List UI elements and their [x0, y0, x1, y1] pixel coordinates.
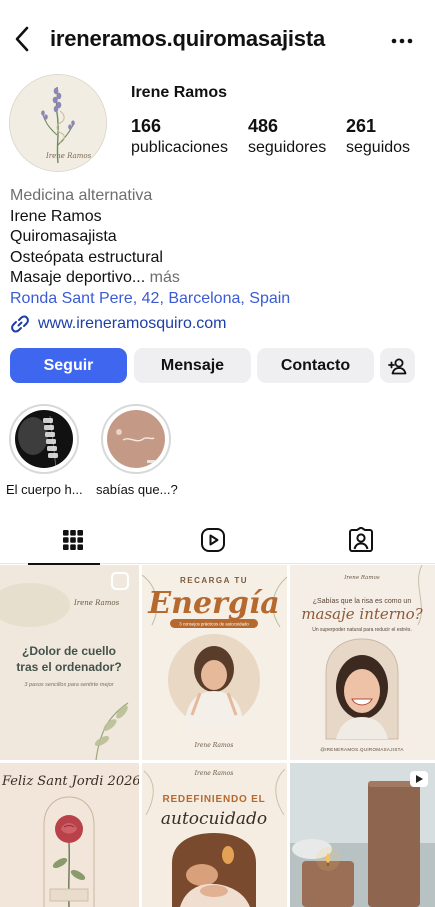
follow-button[interactable]: Seguir [10, 348, 127, 383]
top-bar: ireneramos.quiromasajista [0, 20, 435, 60]
post-3-subtitle: Un superpoder natural para reducir el es… [312, 627, 412, 633]
profile-avatar[interactable]: Irene Ramos [9, 74, 107, 172]
post-thumbnail[interactable]: Irene Ramos REDEFINIENDO EL autocuidado [142, 763, 287, 907]
post-2-title: Energía [147, 586, 279, 621]
post-5-brand: Irene Ramos [194, 770, 234, 777]
stat-following[interactable]: 261 seguidos [346, 116, 410, 157]
bio-more-link[interactable]: más [150, 269, 180, 286]
bio: Medicina alternativa Irene Ramos Quiroma… [10, 186, 425, 309]
stat-followers-label: seguidores [248, 139, 327, 156]
post-3-handle: @IRENERAMOS.QUIROMASAJISTA [320, 747, 403, 752]
highlight-cover [15, 410, 73, 468]
post-1-headline-2: tras el ordenador? [16, 660, 121, 674]
profile-username: ireneramos.quiromasajista [50, 26, 326, 51]
display-name: Irene Ramos [131, 84, 228, 101]
bio-location[interactable]: Ronda Sant Pere, 42, Barcelona, Spain [10, 289, 425, 310]
highlight-ring [101, 404, 171, 474]
profile-tabs [0, 516, 435, 565]
highlight-item[interactable]: sabías que...? [96, 404, 178, 497]
message-button[interactable]: Mensaje [134, 348, 251, 383]
tab-posts-grid[interactable] [0, 516, 145, 565]
bio-line-truncated: Masaje deportivo... [10, 269, 146, 286]
back-arrow-icon[interactable] [10, 24, 36, 54]
post-6-artwork [290, 763, 435, 907]
bio-line: Osteópata estructural [10, 248, 163, 266]
tab-reels[interactable] [140, 516, 285, 564]
post-2-footer: Irene Ramos [194, 742, 234, 749]
highlight-label: El cuerpo h... [6, 482, 83, 497]
post-3-question: ¿Sabías que la risa es como un [313, 598, 412, 605]
bio-category: Medicina alternativa [10, 187, 153, 204]
post-5-title: autocuidado [161, 809, 267, 829]
post-2-tag: 3 consejos prácticos de autocuidado [179, 622, 249, 627]
post-thumbnail[interactable]: RECARGA TU Energía 3 consejos prácticos … [142, 565, 287, 760]
grid-icon [62, 530, 83, 550]
spine-xray-icon [15, 410, 73, 468]
website-link[interactable]: www.ireneramosquiro.com [10, 313, 227, 335]
post-4-title: Feliz Sant Jordi 2026 [1, 774, 139, 789]
post-5-kicker: REDEFINIENDO EL [162, 794, 265, 805]
post-3-artwork: Irene Ramos ¿Sabías que la risa es como … [290, 565, 435, 760]
stat-followers[interactable]: 486 seguidores [248, 116, 326, 157]
more-options-icon[interactable] [389, 28, 415, 54]
avatar-caption: Irene Ramos [45, 152, 92, 160]
lavender-logo-icon: Irene Ramos [10, 75, 106, 171]
post-2-kicker: RECARGA TU [180, 576, 248, 585]
highlight-label: sabías que...? [96, 482, 178, 497]
bio-line: Irene Ramos [10, 207, 102, 225]
stat-posts-label: publicaciones [131, 139, 228, 156]
highlight-ring [9, 404, 79, 474]
post-3-title: masaje interno? [301, 605, 423, 623]
highlight-cover [107, 410, 165, 468]
highlight-item[interactable]: El cuerpo h... [6, 404, 83, 497]
post-thumbnail[interactable] [290, 763, 435, 907]
bio-line: Quiromasajista [10, 228, 117, 245]
post-1-headline-1: ¿Dolor de cuello [22, 644, 116, 658]
contact-button[interactable]: Contacto [257, 348, 374, 383]
link-icon [11, 315, 29, 333]
add-person-icon [387, 358, 406, 374]
post-2-artwork: RECARGA TU Energía 3 consejos prácticos … [142, 565, 287, 760]
stat-posts[interactable]: 166 publicaciones [131, 116, 228, 157]
tab-tagged[interactable] [288, 516, 433, 564]
tagged-person-icon [348, 527, 373, 552]
post-thumbnail[interactable]: Irene Ramos ¿Dolor de cuello tras el ord… [0, 565, 139, 760]
stat-following-label: seguidos [346, 139, 411, 156]
stat-following-value: 261 [346, 116, 377, 136]
suggested-users-button[interactable] [380, 348, 415, 383]
post-5-artwork: Irene Ramos REDEFINIENDO EL autocuidado [142, 763, 287, 907]
reels-icon [200, 528, 225, 552]
post-thumbnail[interactable]: Feliz Sant Jordi 2026 [0, 763, 139, 907]
post-1-artwork: Irene Ramos ¿Dolor de cuello tras el ord… [0, 565, 139, 760]
post-3-brand: Irene Ramos [343, 575, 380, 581]
post-thumbnail[interactable]: Irene Ramos ¿Sabías que la risa es como … [290, 565, 435, 760]
question-card-icon [107, 410, 165, 468]
post-1-brand: Irene Ramos [73, 599, 120, 607]
post-1-subtitle: 3 pasos sencillos para sentirte mejor [24, 682, 114, 688]
stat-followers-value: 486 [248, 116, 279, 136]
posts-grid: Irene Ramos ¿Dolor de cuello tras el ord… [0, 565, 435, 907]
website-url: www.ireneramosquiro.com [38, 315, 227, 332]
post-4-artwork: Feliz Sant Jordi 2026 [0, 763, 139, 907]
stat-posts-value: 166 [131, 116, 162, 136]
